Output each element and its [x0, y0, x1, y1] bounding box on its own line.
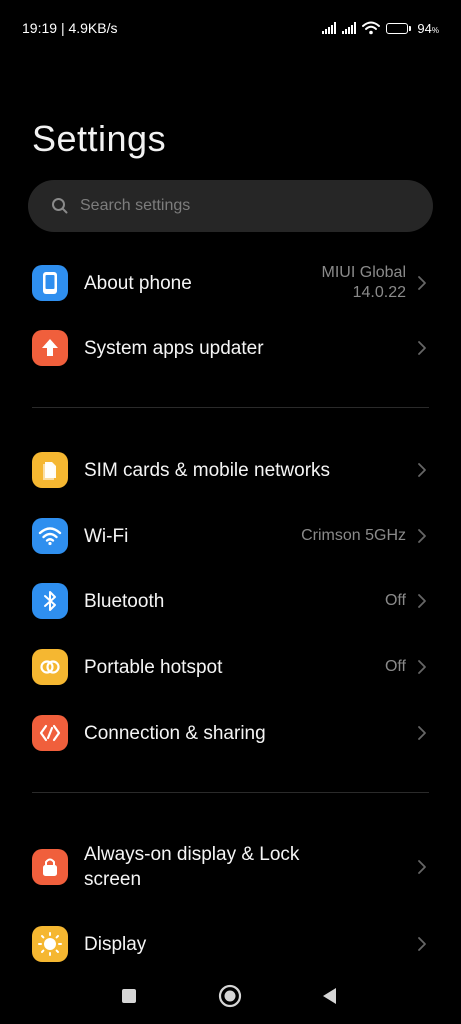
row-value: Crimson 5GHz: [301, 527, 406, 544]
phone-icon: [32, 265, 68, 301]
chevron-right-icon: [418, 660, 426, 674]
chevron-right-icon: [418, 937, 426, 951]
status-time: 19:19: [22, 20, 58, 36]
triangle-back-icon[interactable]: [320, 986, 340, 1006]
sun-icon: [32, 926, 68, 962]
status-left: 19:19 | 4.9KB/s: [22, 20, 118, 36]
settings-item-connection-sharing[interactable]: Connection & sharing: [0, 703, 461, 763]
navigation-bar: [0, 962, 461, 1024]
wifi-status-icon: [362, 21, 381, 35]
row-label: Bluetooth: [84, 590, 165, 612]
settings-item-bluetooth[interactable]: Bluetooth Off: [0, 571, 461, 631]
section-divider: [32, 407, 429, 408]
row-value: MIUI Global 14.0.22: [321, 264, 406, 301]
row-value: Off: [384, 592, 406, 609]
search-input[interactable]: Search settings: [28, 180, 433, 232]
row-label: Portable hotspot: [84, 656, 223, 678]
hotspot-icon: [32, 649, 68, 685]
status-bar: 19:19 | 4.9KB/s 94%: [0, 0, 461, 56]
settings-item-about-phone[interactable]: About phone MIUI Global 14.0.22: [0, 253, 461, 313]
chevron-right-icon: [418, 860, 426, 874]
row-label: About phone: [84, 272, 192, 294]
battery-icon: [386, 22, 412, 34]
row-label: SIM cards & mobile networks: [84, 459, 331, 481]
circle-icon[interactable]: [217, 983, 243, 1009]
status-right: 94%: [322, 21, 439, 36]
signal-icon: [322, 22, 337, 34]
row-label: Always-on display & Lock screen: [84, 844, 300, 890]
section-divider: [32, 792, 429, 793]
signal-icon: [342, 22, 357, 34]
chevron-right-icon: [418, 341, 426, 355]
search-icon: [52, 198, 68, 214]
sharing-icon: [32, 715, 68, 751]
arrow-up-icon: [32, 330, 68, 366]
lock-icon: [32, 849, 68, 885]
sim-card-icon: [32, 452, 68, 488]
settings-item-always-on-display[interactable]: Always-on display & Lock screen: [0, 836, 461, 898]
row-value: Off: [384, 658, 406, 675]
row-label: System apps updater: [84, 337, 264, 359]
square-icon[interactable]: [120, 987, 138, 1005]
wifi-icon: [32, 518, 68, 554]
page-title: Settings: [32, 118, 167, 159]
chevron-right-icon: [418, 594, 426, 608]
bluetooth-icon: [32, 583, 68, 619]
chevron-right-icon: [418, 276, 426, 290]
battery-percent: 94%: [417, 20, 439, 36]
row-label: Display: [84, 933, 147, 955]
row-label: Wi-Fi: [84, 525, 129, 547]
chevron-right-icon: [418, 726, 426, 740]
status-net-speed: 4.9KB/s: [68, 20, 118, 36]
settings-item-portable-hotspot[interactable]: Portable hotspot Off: [0, 637, 461, 697]
chevron-right-icon: [418, 529, 426, 543]
settings-item-sim-cards[interactable]: SIM cards & mobile networks: [0, 440, 461, 500]
chevron-right-icon: [418, 463, 426, 477]
row-label: Connection & sharing: [84, 722, 266, 744]
settings-item-system-apps-updater[interactable]: System apps updater: [0, 318, 461, 378]
search-placeholder: Search settings: [80, 197, 191, 214]
settings-item-wifi[interactable]: Wi-Fi Crimson 5GHz: [0, 506, 461, 566]
